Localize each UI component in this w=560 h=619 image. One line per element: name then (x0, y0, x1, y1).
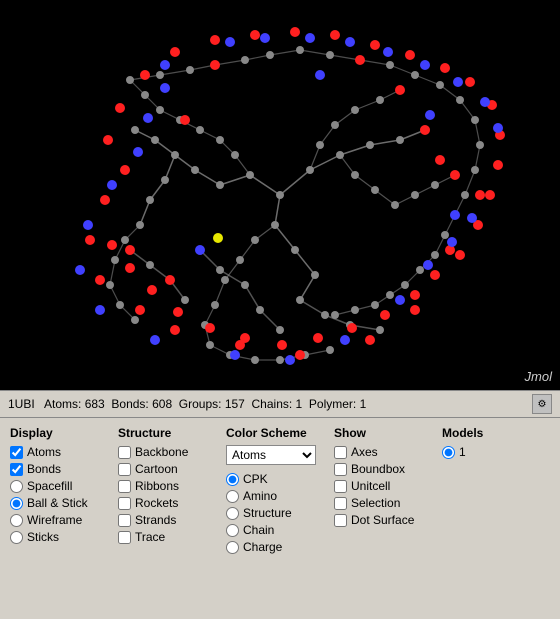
display-sticks[interactable]: Sticks (10, 530, 118, 544)
color-scheme-title: Color Scheme (226, 426, 334, 440)
show-selection[interactable]: Selection (334, 496, 442, 510)
structure-rockets[interactable]: Rockets (118, 496, 226, 510)
display-ball-stick[interactable]: Ball & Stick (10, 496, 118, 510)
color-structure[interactable]: Structure (226, 506, 334, 520)
show-boundbox[interactable]: Boundbox (334, 462, 442, 476)
show-axes[interactable]: Axes (334, 445, 442, 459)
viewer: Jmol (0, 0, 560, 390)
display-wireframe[interactable]: Wireframe (10, 513, 118, 527)
status-text: 1UBI Atoms: 683 Bonds: 608 Groups: 157 C… (8, 397, 366, 411)
structure-trace[interactable]: Trace (118, 530, 226, 544)
color-scheme-group: Color Scheme Atoms CPK Amino Structure C… (226, 426, 334, 557)
models-title: Models (442, 426, 550, 440)
settings-button[interactable]: ⚙ (532, 394, 552, 414)
display-group: Display Atoms Bonds Spacefill Ball & Sti… (10, 426, 118, 557)
structure-cartoon[interactable]: Cartoon (118, 462, 226, 476)
structure-ribbons[interactable]: Ribbons (118, 479, 226, 493)
status-bar: 1UBI Atoms: 683 Bonds: 608 Groups: 157 C… (0, 390, 560, 418)
color-cpk[interactable]: CPK (226, 472, 334, 486)
jmol-label: Jmol (525, 369, 552, 384)
models-group: Models 1 (442, 426, 550, 557)
show-group: Show Axes Boundbox Unitcell Selection Do… (334, 426, 442, 557)
color-scheme-dropdown[interactable]: Atoms CPK Amino Structure Chain Charge (226, 445, 316, 465)
color-chain[interactable]: Chain (226, 523, 334, 537)
structure-group: Structure Backbone Cartoon Ribbons Rocke… (118, 426, 226, 557)
controls-panel: Display Atoms Bonds Spacefill Ball & Sti… (0, 418, 560, 565)
show-unitcell[interactable]: Unitcell (334, 479, 442, 493)
structure-title: Structure (118, 426, 226, 440)
structure-backbone[interactable]: Backbone (118, 445, 226, 459)
display-spacefill[interactable]: Spacefill (10, 479, 118, 493)
model-1[interactable]: 1 (442, 445, 550, 459)
color-charge[interactable]: Charge (226, 540, 334, 554)
display-title: Display (10, 426, 118, 440)
show-title: Show (334, 426, 442, 440)
show-dot-surface[interactable]: Dot Surface (334, 513, 442, 527)
structure-strands[interactable]: Strands (118, 513, 226, 527)
display-atoms[interactable]: Atoms (10, 445, 118, 459)
color-amino[interactable]: Amino (226, 489, 334, 503)
display-bonds[interactable]: Bonds (10, 462, 118, 476)
